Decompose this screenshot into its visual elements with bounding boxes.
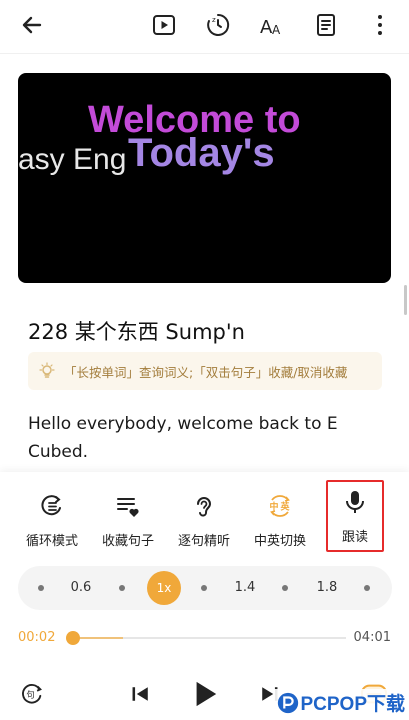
- read-along-label: 跟读: [341, 530, 368, 545]
- favorite-sentence-icon: [114, 492, 142, 520]
- video-play-icon[interactable]: [149, 10, 179, 40]
- seek-handle[interactable]: [66, 631, 81, 645]
- font-size-icon[interactable]: AA: [257, 10, 287, 40]
- sentence-mode-icon[interactable]: 句: [18, 680, 46, 708]
- top-bar: z AA: [0, 0, 409, 54]
- language-switch-icon: 中英: [266, 492, 294, 520]
- ear-icon: [190, 492, 218, 520]
- video-player[interactable]: asy Eng Welcome to Today's: [18, 73, 391, 283]
- badge-cn: 中: [270, 501, 279, 513]
- svg-text:句: 句: [26, 690, 34, 700]
- svg-text:z: z: [212, 16, 216, 24]
- tip-banner: 「长按单词」查询词义;「双击句子」收藏/取消收藏: [28, 352, 382, 390]
- video-subtitle-text: asy Eng: [18, 143, 127, 176]
- language-switch-button[interactable]: 中英 中英切换: [240, 486, 320, 549]
- watermark: PCPOP下载: [274, 689, 407, 716]
- watermark-text: PCPOP下载: [300, 694, 405, 715]
- speed-tick[interactable]: [119, 585, 125, 591]
- svg-text:A: A: [272, 23, 281, 37]
- previous-sentence-icon[interactable]: [128, 682, 154, 706]
- sentence-text[interactable]: Hello everybody, welcome back to E Cubed…: [28, 410, 358, 466]
- speed-option-1x-selected[interactable]: 1x: [147, 571, 181, 605]
- speed-option-0-6[interactable]: 0.6: [66, 566, 96, 610]
- video-title-line2: Today's: [128, 131, 275, 175]
- tip-text: 「长按单词」查询词义;「双击句子」收藏/取消收藏: [64, 364, 348, 380]
- notes-icon[interactable]: [311, 10, 341, 40]
- read-along-button[interactable]: 跟读: [326, 480, 384, 552]
- current-time: 00:02: [18, 630, 56, 645]
- seek-track[interactable]: [66, 631, 346, 645]
- loop-mode-icon: [38, 492, 66, 520]
- total-time: 04:01: [353, 630, 391, 645]
- player-panel: 循环模式 收藏句子 逐句精听 中英 中英切换 跟读 0.6 1x 1.4 1.8…: [0, 472, 409, 720]
- speed-option-1-8[interactable]: 1.8: [312, 566, 342, 610]
- speed-tick[interactable]: [38, 585, 44, 591]
- back-arrow-icon[interactable]: [20, 12, 46, 38]
- sentence-listening-label: 逐句精听: [177, 534, 230, 549]
- loop-mode-label: 循环模式: [25, 534, 78, 549]
- lightbulb-icon: [38, 362, 56, 380]
- language-switch-label: 中英切换: [253, 534, 306, 549]
- speed-tick[interactable]: [201, 585, 207, 591]
- function-bar: 循环模式 收藏句子 逐句精听 中英 中英切换 跟读: [0, 472, 409, 556]
- speed-tick[interactable]: [282, 585, 288, 591]
- play-icon[interactable]: [190, 678, 220, 710]
- lesson-title: 228 某个东西 Sump'n: [28, 320, 245, 344]
- microphone-icon: [341, 488, 369, 516]
- speed-selector: 0.6 1x 1.4 1.8: [18, 566, 392, 610]
- speed-option-1-4[interactable]: 1.4: [230, 566, 260, 610]
- timer-icon[interactable]: z: [203, 10, 233, 40]
- scrollbar[interactable]: [404, 285, 407, 315]
- speed-tick[interactable]: [364, 585, 370, 591]
- loop-mode-button[interactable]: 循环模式: [12, 486, 92, 549]
- progress-bar: 00:02 04:01: [0, 626, 409, 650]
- badge-en: 英: [280, 501, 291, 513]
- favorite-sentence-button[interactable]: 收藏句子: [88, 486, 168, 549]
- sentence-listening-button[interactable]: 逐句精听: [164, 486, 244, 549]
- more-options-icon[interactable]: [365, 10, 395, 40]
- pcpop-logo-icon: [278, 692, 299, 713]
- favorite-sentence-label: 收藏句子: [101, 534, 154, 549]
